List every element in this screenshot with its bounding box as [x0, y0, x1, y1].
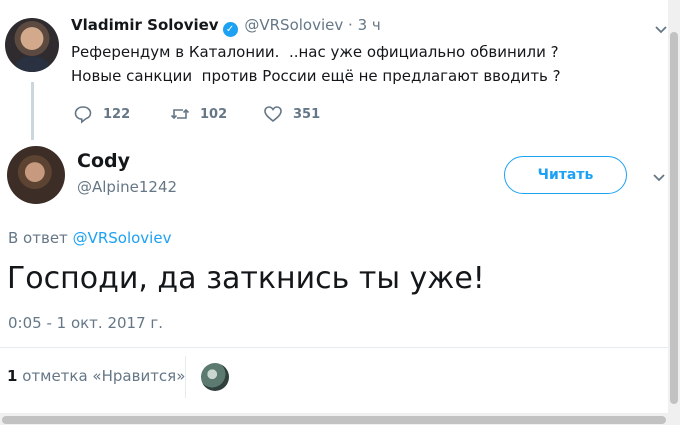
- author-name[interactable]: Vladimir Soloviev: [71, 16, 219, 34]
- vertical-scroll-thumb[interactable]: [670, 32, 678, 404]
- reply-count: 122: [103, 106, 131, 122]
- like-count: 351: [293, 106, 321, 122]
- like-button[interactable]: 351: [263, 104, 320, 124]
- tweet-time[interactable]: 3 ч: [358, 16, 381, 34]
- like-icon: [264, 106, 282, 123]
- chevron-down-icon[interactable]: [652, 170, 666, 189]
- avatar[interactable]: [7, 146, 65, 204]
- thread-line: [31, 82, 34, 140]
- likes-summary[interactable]: 1 отметка «Нравится»: [7, 367, 185, 385]
- likes-label: отметка «Нравится»: [22, 367, 186, 385]
- horizontal-scroll-thumb[interactable]: [2, 416, 666, 424]
- tweet-text: Господи, да заткнись ты уже!: [7, 261, 485, 296]
- divider: [185, 356, 186, 398]
- liker-avatar[interactable]: [201, 363, 229, 391]
- reply-button[interactable]: 122: [73, 104, 130, 124]
- author-handle[interactable]: @Alpine1242: [77, 178, 177, 196]
- retweet-count: 102: [200, 106, 228, 122]
- reply-icon: [74, 106, 92, 124]
- retweet-icon: [170, 108, 190, 120]
- likes-count: 1: [7, 367, 18, 385]
- separator: ·: [348, 16, 353, 34]
- tweet-timestamp[interactable]: 0:05 - 1 окт. 2017 г.: [8, 314, 163, 332]
- author-handle[interactable]: @VRSoloviev: [244, 16, 343, 34]
- divider: [0, 347, 670, 348]
- chevron-down-icon[interactable]: [654, 22, 668, 41]
- follow-button[interactable]: Читать: [504, 156, 627, 194]
- reply-prefix: В ответ: [8, 229, 68, 247]
- avatar[interactable]: [5, 18, 59, 72]
- retweet-button[interactable]: 102: [170, 104, 227, 124]
- reply-to-link[interactable]: @VRSoloviev: [73, 229, 172, 247]
- reply-context: В ответ @VRSoloviev: [8, 229, 171, 247]
- parent-tweet-text: Референдум в Каталонии. ..нас уже официа…: [71, 43, 561, 85]
- author-name[interactable]: Cody: [77, 150, 130, 172]
- verified-icon: ✓: [222, 22, 238, 37]
- parent-tweet-header: Vladimir Soloviev ✓ @VRSoloviev · 3 ч: [71, 16, 381, 37]
